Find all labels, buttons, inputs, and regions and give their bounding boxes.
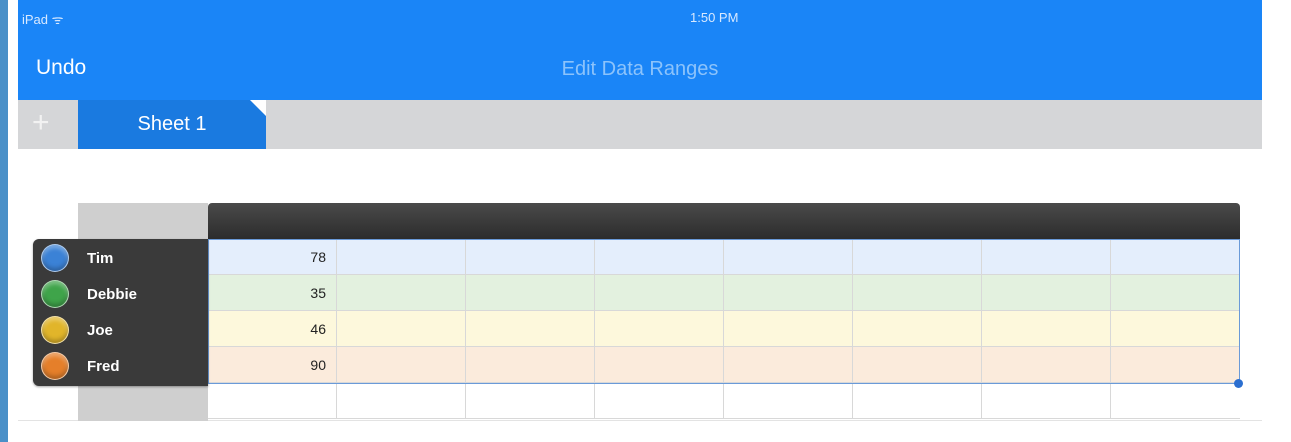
table-cell[interactable] — [208, 383, 337, 418]
table-row: 35 — [208, 275, 1240, 311]
series-name: Fred — [87, 357, 120, 375]
series-name: Joe — [87, 321, 113, 339]
table-cell[interactable] — [853, 347, 982, 382]
table-cell[interactable] — [337, 239, 466, 274]
chart-data-table: 78 35 46 90 — [78, 203, 1243, 421]
column-header-bar[interactable] — [208, 203, 1240, 239]
series-label-fred[interactable]: Fred — [33, 348, 208, 384]
range-resize-handle[interactable] — [1234, 379, 1243, 388]
table-cell[interactable] — [595, 383, 724, 418]
table-cell[interactable] — [724, 275, 853, 310]
series-color-icon — [41, 244, 69, 272]
table-cell[interactable] — [1111, 311, 1240, 346]
table-cell[interactable] — [1111, 275, 1240, 310]
series-color-icon — [41, 316, 69, 344]
table-cell[interactable] — [982, 383, 1111, 418]
table-cell[interactable] — [466, 311, 595, 346]
series-label-joe[interactable]: Joe — [33, 312, 208, 348]
carrier-label: iPad ᯤ — [22, 12, 64, 26]
add-sheet-button[interactable]: + — [32, 106, 50, 140]
table-cell[interactable]: 46 — [208, 311, 337, 346]
tab-label: Sheet 1 — [137, 113, 207, 135]
table-row: 78 — [208, 239, 1240, 275]
table-cell[interactable] — [853, 383, 982, 418]
nav-bar: Undo Edit Data Ranges — [18, 26, 1262, 100]
table-cell[interactable]: 78 — [208, 239, 337, 274]
series-color-icon — [41, 352, 69, 380]
table-cell[interactable] — [724, 239, 853, 274]
table-cell[interactable] — [337, 275, 466, 310]
table-cell[interactable] — [466, 275, 595, 310]
table-cell[interactable] — [1111, 239, 1240, 274]
table-cell[interactable]: 35 — [208, 275, 337, 310]
table-row: 90 — [208, 347, 1240, 383]
series-name: Tim — [87, 249, 114, 267]
table-cell[interactable] — [982, 311, 1111, 346]
table-grid: 78 35 46 90 — [208, 239, 1240, 421]
table-cell[interactable]: 90 — [208, 347, 337, 382]
table-cell[interactable] — [595, 347, 724, 382]
status-bar: iPad ᯤ 1:50 PM — [18, 0, 1262, 26]
page-title: Edit Data Ranges — [561, 58, 719, 80]
tab-corner-fold — [250, 100, 266, 116]
table-cell[interactable] — [853, 311, 982, 346]
series-label-panel: Tim Debbie Joe Fred — [33, 239, 208, 386]
series-label-tim[interactable]: Tim — [33, 240, 208, 276]
table-cell[interactable] — [466, 347, 595, 382]
table-cell[interactable] — [982, 347, 1111, 382]
row-header-empty — [78, 384, 208, 421]
table-cell[interactable] — [853, 275, 982, 310]
table-cell[interactable] — [982, 275, 1111, 310]
series-color-icon — [41, 280, 69, 308]
tab-sheet-1[interactable]: Sheet 1 — [78, 100, 266, 149]
table-cell[interactable] — [724, 383, 853, 418]
table-cell[interactable] — [982, 239, 1111, 274]
table-corner — [78, 203, 208, 239]
table-cell[interactable] — [337, 383, 466, 418]
series-label-debbie[interactable]: Debbie — [33, 276, 208, 312]
table-cell[interactable] — [337, 347, 466, 382]
table-cell[interactable] — [595, 311, 724, 346]
table-cell[interactable] — [595, 275, 724, 310]
table-cell[interactable] — [466, 383, 595, 418]
clock-label: 1:50 PM — [690, 10, 739, 25]
table-cell[interactable] — [595, 239, 724, 274]
series-name: Debbie — [87, 285, 138, 303]
table-row: 46 — [208, 311, 1240, 347]
table-cell[interactable] — [724, 311, 853, 346]
table-cell[interactable] — [466, 239, 595, 274]
table-cell[interactable] — [337, 311, 466, 346]
table-cell[interactable] — [1111, 383, 1240, 418]
table-cell[interactable] — [1111, 347, 1240, 382]
sheet-tab-bar: + Sheet 1 — [18, 100, 1262, 149]
table-row — [208, 383, 1240, 419]
table-cell[interactable] — [724, 347, 853, 382]
table-cell[interactable] — [853, 239, 982, 274]
